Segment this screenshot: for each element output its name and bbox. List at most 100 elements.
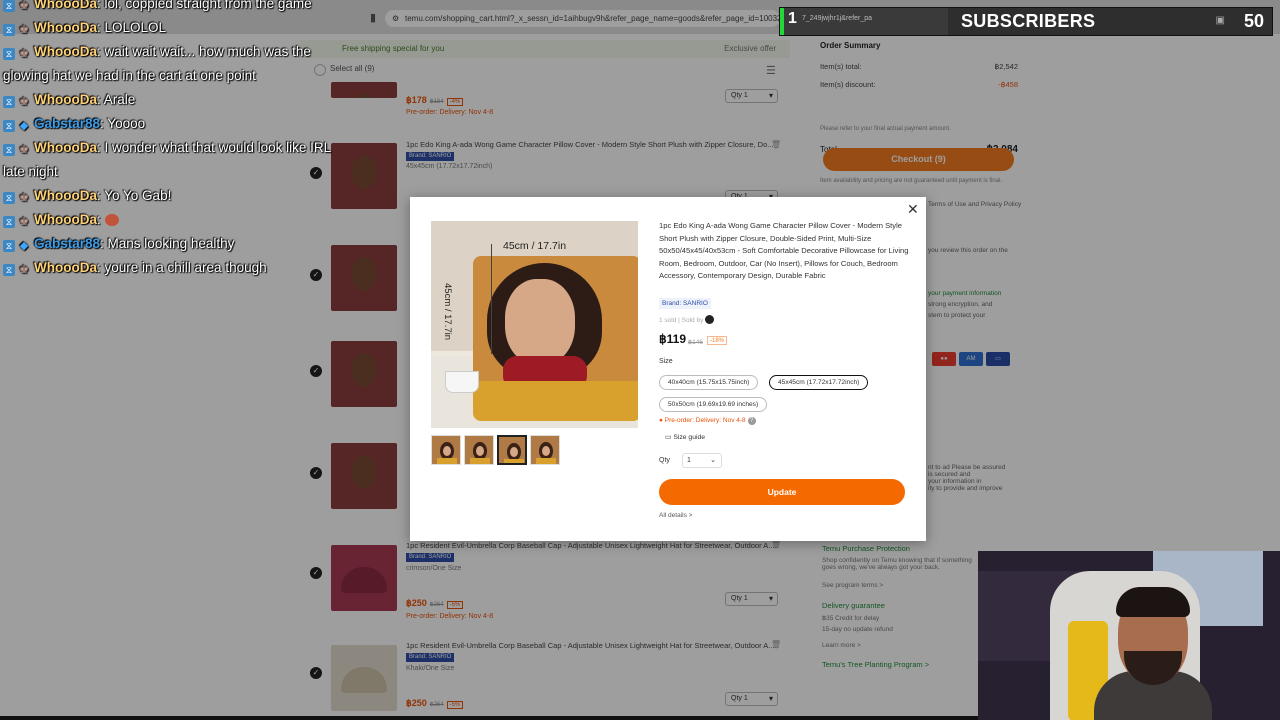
product-brand[interactable]: Brand: SANRIO (659, 298, 711, 309)
size-option[interactable]: 50x50cm (19.69x19.69 inches) (659, 397, 768, 412)
see-program-link[interactable]: See program terms > (822, 582, 883, 589)
checkout-button[interactable]: Checkout (9) (823, 148, 1014, 171)
chat-message: ⧖ ◆ Gabstar88: Yoooo (0, 112, 335, 136)
badge-icon: ⧖ (3, 144, 15, 156)
chat-message: ⧖ ♚ WhoooDa: LOLOLOL (0, 16, 335, 40)
menu-icon[interactable]: ☰ (766, 64, 776, 77)
badge-icon: ♚ (19, 48, 29, 60)
subscriber-progress-num: 1 (788, 10, 797, 27)
cart-item-brand: Brand: SANRIO (406, 152, 455, 161)
all-details-link[interactable]: All details > (659, 512, 692, 519)
qty-dropdown[interactable]: Qty 1 (725, 692, 778, 706)
bookmark-icon[interactable]: ▮ (370, 11, 376, 24)
amex-icon: AM (959, 352, 983, 366)
cart-item-brand: Brand: SANRIO (406, 553, 455, 562)
item-checkbox[interactable]: ✓ (310, 567, 322, 579)
badge-icon: ⧖ (3, 96, 15, 108)
url-text: temu.com/shopping_cart.html?_x_sessn_id=… (405, 14, 780, 23)
chat-message: ⧖ ♚ WhoooDa: Yo Yo Gab! (0, 184, 335, 208)
cart-item-variant[interactable]: crimson/One Size (406, 565, 461, 572)
qty-dropdown[interactable]: Qty 1 (725, 592, 778, 606)
cart-item-thumbnail[interactable] (331, 82, 397, 98)
chat-message: ⧖ ♚ WhoooDa: Arale (0, 88, 335, 112)
cart-item-thumbnail[interactable] (331, 245, 397, 311)
size-option-selected[interactable]: 45x45cm (17.72x17.72inch) (769, 375, 869, 390)
tv-icon: ▣ (1215, 15, 1225, 26)
exclusive-offer-label: Exclusive offer (724, 44, 776, 53)
badge-icon: ⧖ (3, 264, 15, 276)
secure-note: nt to ad Please be assured is secured and… (928, 464, 1006, 492)
chat-message: ⧖ ♚ WhoooDa: I wonder what that would look… (3, 140, 331, 179)
item-checkbox[interactable]: ✓ (310, 667, 322, 679)
chat-message: ⧖ ♚ WhoooDa: lol, coppied straight from th… (0, 0, 335, 16)
shipping-banner-text: Free shipping special for you (342, 44, 445, 53)
delete-icon[interactable]: 🗑 (771, 540, 781, 549)
thumbnail-image[interactable] (431, 435, 461, 465)
chat-message: ⧖ ◆ Gabstar88: Mans looking healthy (0, 232, 335, 256)
size-option[interactable]: 40x40cm (15.75x15.75inch) (659, 375, 759, 390)
cart-item-thumbnail[interactable] (331, 143, 397, 209)
chevron-down-icon: ⌄ (710, 457, 716, 464)
product-options-modal: ✕ 45cm / 17.7in 45cm / 17.7in 1pc Edo Ki… (410, 197, 926, 541)
mastercard-icon: ●● (932, 352, 956, 366)
cart-item-thumbnail[interactable] (331, 443, 397, 509)
learn-more-link[interactable]: Learn more > (822, 642, 861, 649)
badge-icon: ♚ (19, 96, 29, 108)
subscriber-progress: 1 7_249jwjhr1j&refer_pa (780, 8, 948, 35)
cart-item-variant[interactable]: 45x45cm (17.72x17.72inch) (406, 163, 492, 170)
cart-item-title[interactable]: 1pc Resident Evil-Umbrella Corp Baseball… (406, 541, 776, 550)
subscriber-goal-bar: 1 7_249jwjhr1j&refer_pa SUBSCRIBERS ▣ 50 (779, 7, 1273, 36)
subscriber-progress-text: 7_249jwjhr1j&refer_pa (802, 15, 873, 22)
badge-icon: ♚ (19, 192, 29, 204)
cart-item-price: ฿250 ฿264 -5% (406, 598, 464, 609)
preorder-delivery: ● Pre-order: Delivery: Nov 4-8? (659, 417, 756, 425)
order-summary-heading: Order Summary (820, 41, 881, 50)
delivery-guarantee-title: Delivery guarantee (822, 601, 885, 610)
terms-link[interactable]: Terms of Use and Privacy Policy (928, 201, 1021, 208)
emote-icon (104, 214, 119, 226)
cart-item-variant[interactable]: Khaki/One Size (406, 665, 454, 672)
update-button[interactable]: Update (659, 479, 905, 505)
subscribers-count: 50 (1243, 11, 1264, 31)
sold-by: 1 sold | Sold by (659, 315, 715, 324)
cart-item-title[interactable]: 1pc Resident Evil-Umbrella Corp Baseball… (406, 641, 776, 650)
product-price: ฿119 (659, 332, 686, 346)
discount-badge: -18% (707, 336, 728, 345)
item-checkbox[interactable]: ✓ (310, 467, 322, 479)
address-bar[interactable]: ⚙ temu.com/shopping_cart.html?_x_sessn_i… (385, 10, 780, 27)
review-note: you review this order on the (928, 247, 1008, 254)
cart-item-thumbnail[interactable] (331, 545, 397, 611)
tree-program-link[interactable]: Temu's Tree Planting Program > (822, 660, 929, 669)
availability-note: Item availability and pricing are not gu… (820, 178, 1003, 184)
delivery-credit: ฿35 Credit for delay (822, 615, 880, 622)
badge-icon: ♚ (19, 144, 29, 156)
delete-icon[interactable]: 🗑 (771, 640, 781, 649)
size-guide-link[interactable]: ▭ Size guide (665, 433, 705, 441)
cart-item-title[interactable]: 1pc Edo King A-ada Wong Game Character P… (406, 140, 776, 149)
cart-item-thumbnail[interactable] (331, 645, 397, 711)
qty-dropdown[interactable]: Qty 1 (725, 89, 778, 103)
cart-item-brand: Brand: SANRIO (406, 653, 455, 662)
encryption-note: strong encryption, and (928, 301, 993, 308)
badge-icon: ◆ (19, 240, 29, 252)
site-info-icon[interactable]: ⚙ (392, 10, 399, 27)
image-width-label: 45cm / 17.7in (503, 240, 567, 252)
thumbnail-image[interactable] (530, 435, 560, 465)
chat-message: ⧖ ♚ WhoooDa: wait wait wait... how much wa… (3, 44, 311, 83)
badge-icon: ⧖ (3, 0, 15, 12)
item-checkbox[interactable]: ✓ (310, 365, 322, 377)
delete-icon[interactable]: 🗑 (771, 140, 781, 149)
payment-info-note: your payment information (928, 290, 1002, 297)
product-main-image[interactable]: 45cm / 17.7in 45cm / 17.7in (431, 221, 638, 428)
thumbnail-image[interactable] (464, 435, 494, 465)
thumbnail-image[interactable] (497, 435, 527, 465)
webcam-overlay (978, 551, 1280, 720)
close-icon[interactable]: ✕ (907, 202, 919, 216)
cart-item-preorder: Pre-order: Delivery: Nov 4-8 (406, 109, 494, 116)
cart-item-price: ฿178 ฿184 -4% (406, 95, 464, 106)
cart-item-thumbnail[interactable] (331, 341, 397, 407)
items-total-row: Item(s) total: ฿2,542 (820, 62, 1018, 71)
badge-icon: ♚ (19, 0, 29, 12)
badge-icon: ⧖ (3, 240, 15, 252)
qty-select[interactable]: 1 ⌄ (682, 453, 722, 468)
